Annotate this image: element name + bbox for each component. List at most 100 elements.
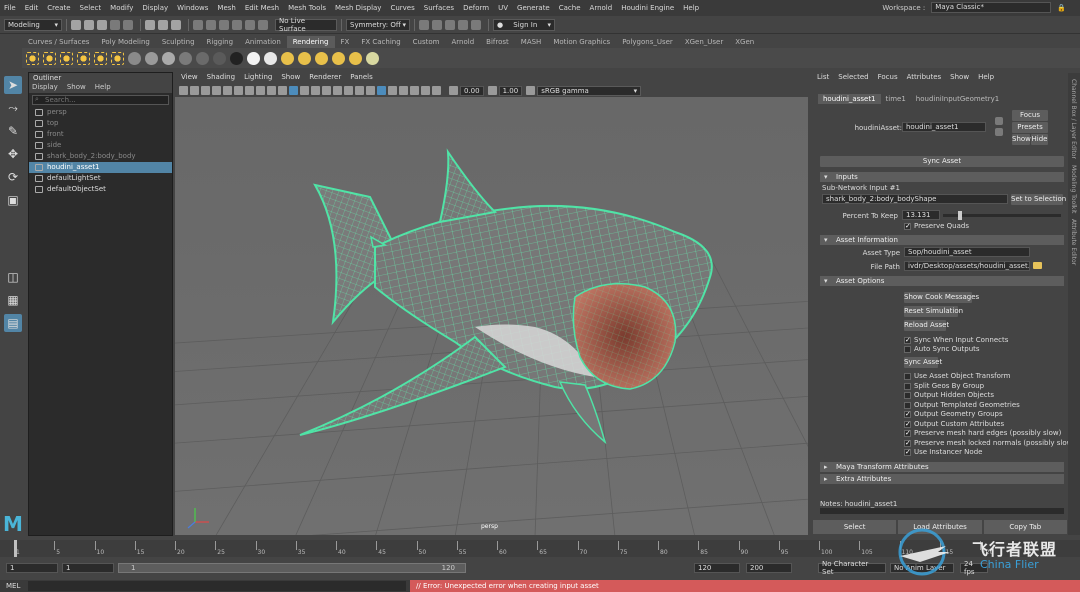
outliner-item[interactable]: defaultObjectSet bbox=[29, 184, 172, 195]
layout-icon[interactable]: ▤ bbox=[4, 314, 22, 332]
shelf-tab-rendering[interactable]: Rendering bbox=[286, 36, 335, 48]
area-light-icon[interactable] bbox=[94, 51, 107, 65]
ipr-render-icon[interactable] bbox=[445, 19, 455, 30]
asset-option-checkbox[interactable]: ✓ Output Custom Attributes bbox=[904, 420, 1004, 429]
asset-option-checkbox[interactable]: Output Hidden Objects bbox=[904, 391, 994, 400]
shelf-tab-xgen-user[interactable]: XGen_User bbox=[679, 36, 729, 48]
viewport-menu-shading[interactable]: Shading bbox=[207, 73, 235, 84]
menu-mesh-display[interactable]: Mesh Display bbox=[335, 4, 381, 12]
point-light-icon[interactable] bbox=[60, 51, 73, 65]
camera-attr-icon[interactable] bbox=[190, 86, 199, 95]
shelf-tab-mash[interactable]: MASH bbox=[515, 36, 548, 48]
white-sphere-icon[interactable] bbox=[247, 51, 260, 65]
redo-icon[interactable] bbox=[123, 19, 133, 30]
ae-menu-help[interactable]: Help bbox=[978, 73, 994, 84]
viewport-menu-panels[interactable]: Panels bbox=[350, 73, 373, 84]
gamma-field[interactable]: 1.00 bbox=[498, 85, 523, 96]
xray-components-icon[interactable] bbox=[432, 86, 441, 95]
bookmark-icon[interactable] bbox=[201, 86, 210, 95]
layered-sphere-icon[interactable] bbox=[196, 51, 209, 65]
ae-tab-houdini_asset1[interactable]: houdini_asset1 bbox=[818, 94, 881, 104]
outliner-search-input[interactable]: ⌕ Search... bbox=[32, 95, 169, 105]
folder-icon[interactable] bbox=[1033, 262, 1042, 269]
motion-blur-icon[interactable] bbox=[366, 86, 375, 95]
render-camera-icon[interactable] bbox=[281, 51, 294, 65]
wireframe-on-shaded-icon[interactable] bbox=[311, 86, 320, 95]
smooth-shade-icon[interactable] bbox=[300, 86, 309, 95]
reset-simulation-button[interactable]: Reset Simulation bbox=[904, 306, 963, 317]
save-scene-icon[interactable] bbox=[97, 19, 107, 30]
shelf-tab-fx-caching[interactable]: FX Caching bbox=[355, 36, 406, 48]
menu-mesh-tools[interactable]: Mesh Tools bbox=[288, 4, 326, 12]
range-inner-start-field[interactable]: 1 bbox=[62, 563, 114, 573]
range-end-field[interactable]: 120 bbox=[694, 563, 740, 573]
ae-menu-list[interactable]: List bbox=[817, 73, 829, 84]
anti-aliasing-icon[interactable] bbox=[377, 86, 386, 95]
lambert-sphere-icon[interactable] bbox=[128, 51, 141, 65]
xray-icon[interactable] bbox=[410, 86, 419, 95]
ae-tab-time1[interactable]: time1 bbox=[881, 94, 911, 104]
percent-slider[interactable] bbox=[943, 211, 1061, 220]
ambient-light-icon[interactable] bbox=[43, 51, 56, 65]
hypershade-icon[interactable] bbox=[471, 19, 481, 30]
select-component-icon[interactable] bbox=[171, 19, 181, 30]
menu-mesh[interactable]: Mesh bbox=[217, 4, 235, 12]
maya-transform-section-header[interactable]: ▸ Maya Transform Attributes bbox=[820, 462, 1064, 472]
shelf-tab-motion-graphics[interactable]: Motion Graphics bbox=[547, 36, 616, 48]
isolate-select-icon[interactable] bbox=[399, 86, 408, 95]
light-sphere-icon[interactable] bbox=[264, 51, 277, 65]
menuset-dropdown[interactable]: Modeling ▾ bbox=[4, 18, 62, 31]
viewport-menu-show[interactable]: Show bbox=[281, 73, 300, 84]
shelf-tab-sculpting[interactable]: Sculpting bbox=[156, 36, 201, 48]
snap-grid-icon[interactable] bbox=[193, 19, 203, 30]
perspective-viewport[interactable]: persp bbox=[175, 97, 808, 535]
playhead[interactable] bbox=[14, 540, 17, 557]
color-space-dropdown[interactable]: sRGB gamma ▾ bbox=[537, 85, 642, 96]
undo-icon[interactable] bbox=[110, 19, 120, 30]
spot-light-icon[interactable] bbox=[77, 51, 90, 65]
auto-sync-checkbox[interactable]: Auto Sync Outputs bbox=[904, 345, 980, 354]
wireframe-icon[interactable] bbox=[289, 86, 298, 95]
sync-asset-button[interactable]: Sync Asset bbox=[904, 357, 942, 368]
right-strip-tab[interactable]: Attribute Editor bbox=[1070, 219, 1077, 265]
sync-when-input-checkbox[interactable]: ✓ Sync When Input Connects bbox=[904, 336, 1008, 345]
range-max-field[interactable]: 200 bbox=[746, 563, 792, 573]
preserve-quads-checkbox[interactable]: ✓ Preserve Quads bbox=[904, 222, 969, 231]
history-icon[interactable] bbox=[419, 19, 429, 30]
mel-label[interactable]: MEL bbox=[6, 582, 20, 590]
symmetry-dropdown[interactable]: Symmetry: Off ▾ bbox=[346, 18, 410, 31]
menu-display[interactable]: Display bbox=[142, 4, 168, 12]
viewport-menu-renderer[interactable]: Renderer bbox=[309, 73, 341, 84]
node-name-field[interactable]: houdini_asset1 bbox=[902, 122, 986, 132]
four-view-icon[interactable]: ▦ bbox=[4, 291, 22, 309]
rotate-tool-icon[interactable]: ⟳ bbox=[4, 168, 22, 186]
anisotropic-sphere-icon[interactable] bbox=[179, 51, 192, 65]
command-input[interactable] bbox=[28, 581, 406, 591]
asset-option-checkbox[interactable]: ✓ Preserve mesh locked normals (possibly … bbox=[904, 439, 1075, 448]
menu-select[interactable]: Select bbox=[80, 4, 102, 12]
menu-edit[interactable]: Edit bbox=[25, 4, 39, 12]
move-tool-icon[interactable]: ✥ bbox=[4, 145, 22, 163]
shelf-tab-curves-surfaces[interactable]: Curves / Surfaces bbox=[22, 36, 95, 48]
xray-joints-icon[interactable] bbox=[421, 86, 430, 95]
scale-tool-icon[interactable]: ▣ bbox=[4, 191, 22, 209]
render-frame-icon[interactable] bbox=[432, 19, 442, 30]
sync-asset-top-button[interactable]: Sync Asset bbox=[820, 156, 1064, 167]
outliner-item[interactable]: houdini_asset1 bbox=[29, 162, 172, 173]
reload-asset-button[interactable]: Reload Asset bbox=[904, 320, 949, 331]
asset-option-checkbox[interactable]: ✓ Preserve mesh hard edges (possibly slow… bbox=[904, 429, 1061, 438]
right-strip-tab[interactable]: Modeling Toolkit bbox=[1070, 165, 1077, 213]
menu-modify[interactable]: Modify bbox=[110, 4, 133, 12]
snap-point-icon[interactable] bbox=[219, 19, 229, 30]
snap-surface-icon[interactable] bbox=[245, 19, 255, 30]
asset-options-section-header[interactable]: ▾ Asset Options bbox=[820, 276, 1064, 286]
hide-button[interactable]: Hide bbox=[1031, 134, 1048, 145]
range-slider[interactable]: 1 120 bbox=[118, 563, 466, 573]
image-plane-icon[interactable] bbox=[212, 86, 221, 95]
select-hierarchy-icon[interactable] bbox=[145, 19, 155, 30]
show-cook-messages-button[interactable]: Show Cook Messages bbox=[904, 292, 979, 303]
asset-option-checkbox[interactable]: Use Asset Object Transform bbox=[904, 372, 1011, 381]
lock-icon[interactable]: 🔒 bbox=[1057, 4, 1066, 12]
input-connection-icon[interactable] bbox=[995, 117, 1003, 125]
ae-menu-show[interactable]: Show bbox=[950, 73, 969, 84]
